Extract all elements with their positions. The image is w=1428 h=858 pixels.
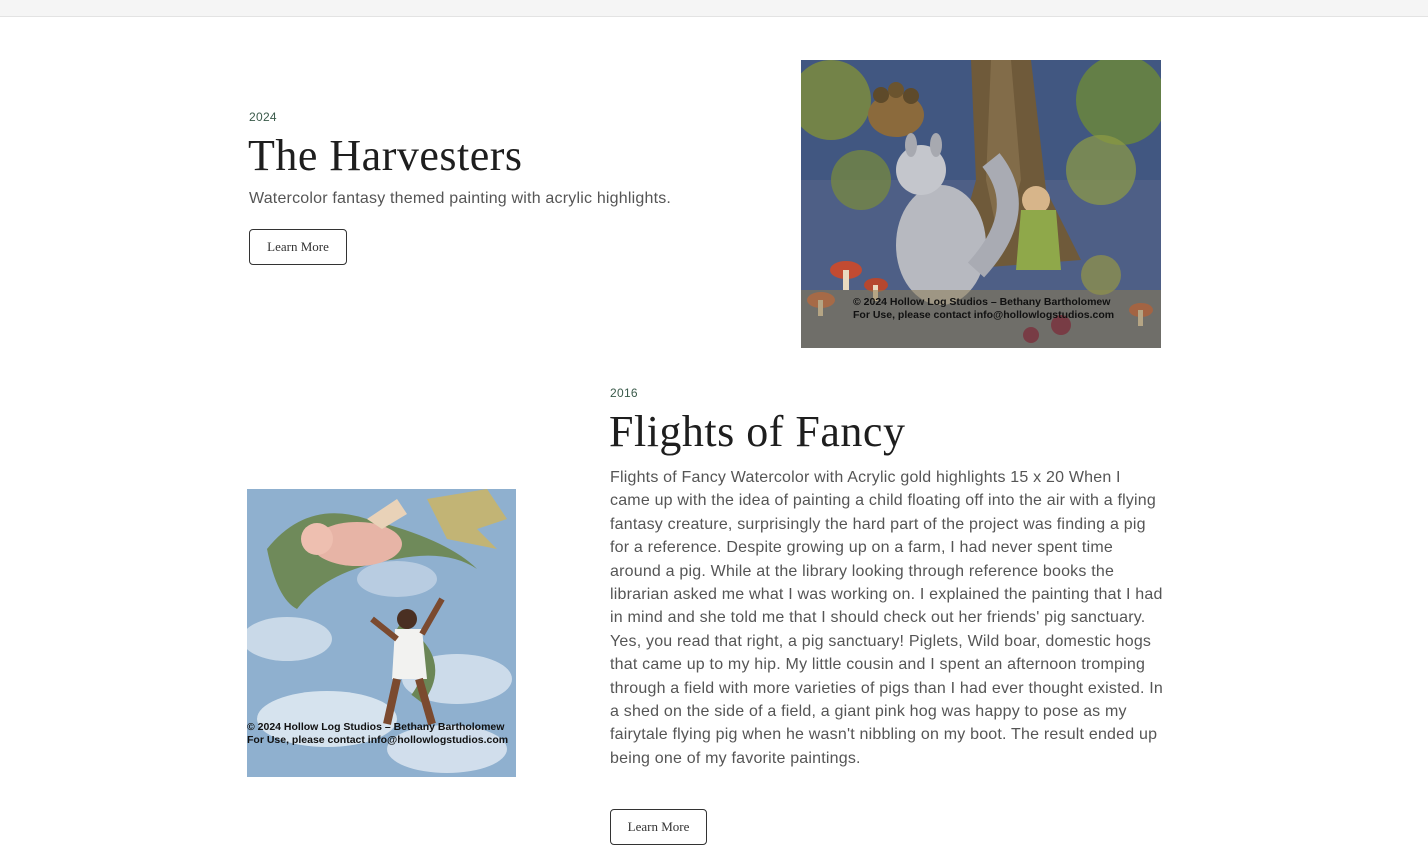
entry-description: Watercolor fantasy themed painting with … bbox=[249, 190, 672, 207]
image-watermark-line1: © 2024 Hollow Log Studios – Bethany Bart… bbox=[853, 296, 1111, 308]
top-bar bbox=[0, 0, 1428, 17]
image-watermark-line2: For Use, please contact info@hollowlogst… bbox=[247, 734, 509, 746]
entry-title: The Harvesters bbox=[248, 131, 523, 180]
harvesters-painting-image[interactable]: © 2024 Hollow Log Studios – Bethany Bart… bbox=[801, 60, 1161, 348]
entry-description: Flights of Fancy Watercolor with Acrylic… bbox=[610, 469, 1164, 767]
learn-more-button[interactable]: Learn More bbox=[249, 229, 347, 265]
image-watermark-line1: © 2024 Hollow Log Studios – Bethany Bart… bbox=[247, 721, 505, 733]
entry-year: 2016 bbox=[610, 386, 638, 400]
entry-title: Flights of Fancy bbox=[609, 407, 906, 456]
learn-more-button[interactable]: Learn More bbox=[610, 809, 707, 845]
flights-of-fancy-painting-image[interactable]: © 2024 Hollow Log Studios – Bethany Bart… bbox=[247, 489, 516, 777]
image-watermark-line2: For Use, please contact info@hollowlogst… bbox=[853, 309, 1115, 321]
entry-year: 2024 bbox=[249, 110, 277, 124]
